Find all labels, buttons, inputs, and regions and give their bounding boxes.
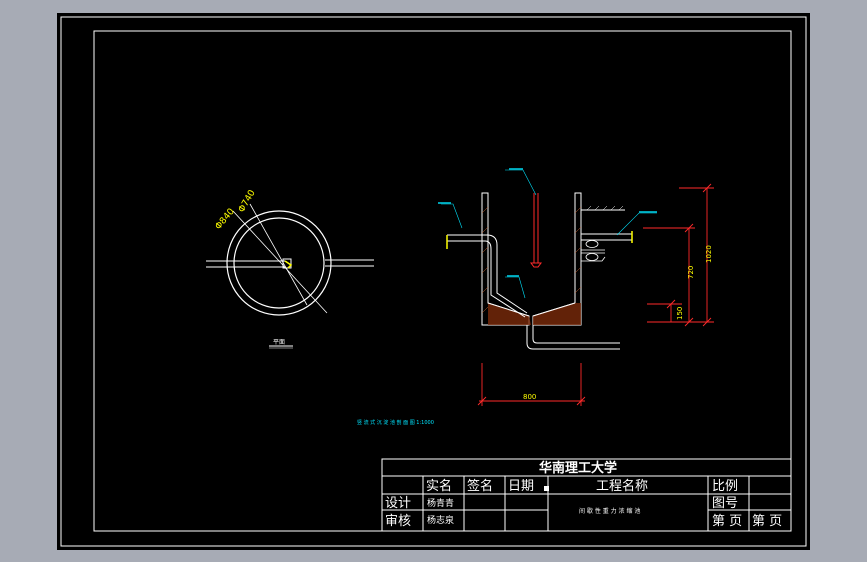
inlet-pipe-section-a [447,234,528,314]
tank-outer-circle [226,210,332,316]
page-label-1: 第 页 [712,514,742,529]
page-label-2: 第 页 [752,514,782,529]
project-name: 间 歇 性 重 力 浓 缩 池 [579,507,640,515]
left-hopper-fill [488,303,531,325]
plan-caption: 平面 [273,339,285,346]
date-cursor-mark [544,486,549,491]
leader-labels [438,168,657,277]
outer-frame [60,16,807,547]
outlet-mid [581,249,605,254]
dim-800: 800 [523,393,536,401]
project-name-label: 工程名称 [596,478,648,494]
dia-line-outer [232,210,328,314]
scale-note: 竖 流 式 沉 淀 池 剖 面 图 1:1000 [357,419,434,426]
col-real-name: 实名 [426,478,452,494]
row-review: 审核 [385,514,411,529]
dia-line-inner [249,203,308,306]
drawing-no-label: 图号 [712,496,738,511]
scale-label: 比例 [712,479,738,494]
weir-ring-1 [585,240,599,248]
inner-frame [93,30,792,532]
school-name: 华南理工大学 [539,460,617,476]
section-view: 1020 720 150 800 [438,168,714,406]
cad-drawing-canvas: Φ840 Φ740 平面 1020 720 150 800 竖 流 式 沉 淀 … [57,13,810,550]
tank-inner-circle [233,217,325,309]
designer-name: 杨青青 [427,497,454,509]
weir-ring-2 [585,253,599,261]
row-design: 设计 [385,496,411,511]
plan-view: Φ840 Φ740 平面 [206,188,374,349]
label-outer-diameter: Φ840 [214,207,237,232]
col-date: 日期 [508,479,534,494]
label-inner-diameter: Φ740 [237,188,258,214]
ground-hatch [586,205,624,211]
dim-1020: 1020 [705,245,713,263]
sludge-pipe-b [532,325,620,344]
dim-720: 720 [687,266,695,279]
drawing-svg: Φ840 Φ740 平面 1020 720 150 800 竖 流 式 沉 淀 … [60,16,807,547]
inlet-pipe-section-b [447,240,526,318]
dim-150: 150 [676,307,684,320]
reviewer-name: 杨志泉 [427,514,454,526]
col-signature: 签名 [467,478,493,494]
dimension-lines [477,183,714,406]
center-pipe-bell [530,262,542,268]
sludge-pipe-a [526,325,620,350]
